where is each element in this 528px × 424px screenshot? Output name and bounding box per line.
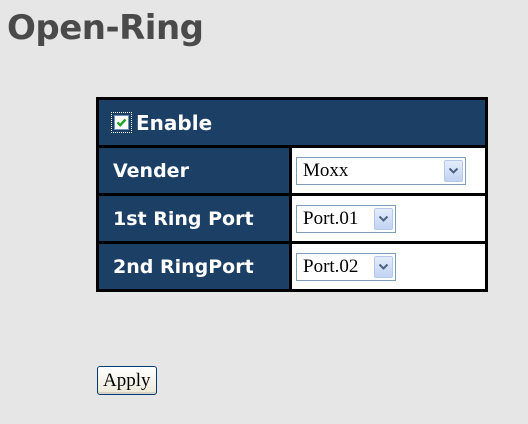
open-ring-settings-table: Enable Vender Moxx 1st Ring Port Port.01 — [96, 97, 488, 292]
ring-port-2-row: 2nd RingPort Port.02 — [99, 244, 485, 289]
ring-port-1-row: 1st Ring Port Port.01 — [99, 196, 485, 241]
ring-port-1-value-cell: Port.01 — [292, 196, 485, 241]
vender-value-cell: Moxx — [292, 148, 485, 193]
checkbox-focus-outline — [111, 112, 132, 133]
chevron-down-icon — [378, 263, 389, 270]
checkmark-icon — [116, 118, 127, 127]
ring-port-2-dropdown-button[interactable] — [374, 255, 393, 278]
ring-port-2-selected-value: Port.02 — [303, 255, 359, 277]
chevron-down-icon — [378, 215, 389, 222]
vender-label: Vender — [99, 148, 289, 193]
vender-row: Vender Moxx — [99, 148, 485, 193]
ring-port-2-select[interactable]: Port.02 — [296, 252, 396, 281]
ring-port-2-value-cell: Port.02 — [292, 244, 485, 289]
apply-button[interactable]: Apply — [97, 366, 157, 395]
enable-cell: Enable — [99, 100, 485, 145]
enable-row: Enable — [99, 100, 485, 145]
ring-port-2-label: 2nd RingPort — [99, 244, 289, 289]
vender-select[interactable]: Moxx — [296, 156, 466, 185]
ring-port-1-label: 1st Ring Port — [99, 196, 289, 241]
vender-dropdown-button[interactable] — [444, 159, 463, 182]
ring-port-1-select[interactable]: Port.01 — [296, 204, 396, 233]
chevron-down-icon — [448, 167, 459, 174]
enable-checkbox[interactable] — [114, 115, 129, 130]
page-title: Open-Ring — [7, 8, 204, 48]
enable-control[interactable]: Enable — [111, 111, 485, 135]
enable-label: Enable — [136, 110, 213, 135]
ring-port-1-dropdown-button[interactable] — [374, 207, 393, 230]
ring-port-1-selected-value: Port.01 — [303, 207, 359, 229]
vender-selected-value: Moxx — [303, 159, 349, 181]
